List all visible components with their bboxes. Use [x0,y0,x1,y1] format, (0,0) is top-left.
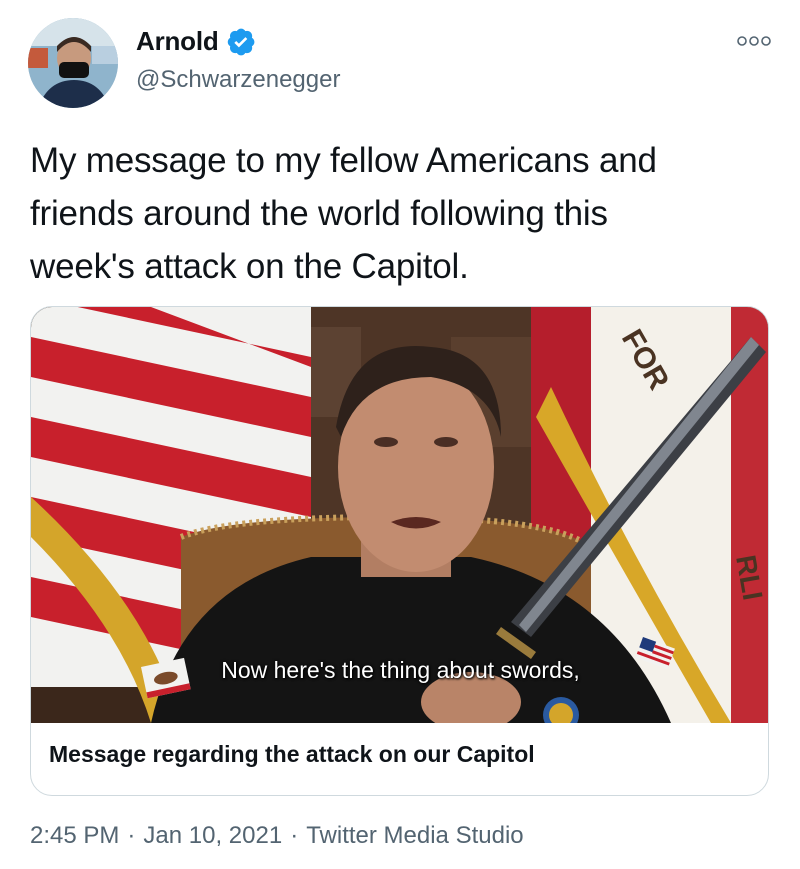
author-handle[interactable]: @Schwarzenegger [136,66,340,94]
avatar-image [28,18,118,108]
meta-separator: · [290,822,299,849]
video-title[interactable]: Message regarding the attack on our Capi… [49,741,535,768]
tweet-time[interactable]: 2:45 PM [30,822,119,850]
author-avatar[interactable] [28,18,118,108]
tweet-text: My message to my fellow Americans and fr… [30,134,770,293]
video-caption: Now here's the thing about swords, [221,657,580,683]
tweet-text-line: My message to my fellow Americans and [30,141,657,180]
tweet-date[interactable]: Jan 10, 2021 [143,822,282,850]
meta-separator: · [127,822,136,849]
video-card[interactable]: FOR RLI Now here's the thing about sword… [30,306,769,796]
tweet-text-line: friends around the world following this [30,194,608,233]
verified-badge-icon [227,28,254,55]
tweet-text-line: week's attack on the Capitol. [30,247,469,286]
tweet-metadata: 2:45 PM · Jan 10, 2021 · Twitter Media S… [30,822,524,850]
tweet-source-link[interactable]: Twitter Media Studio [306,822,523,850]
author-display-name[interactable]: Arnold [136,26,219,57]
more-options-icon[interactable] [736,34,772,48]
tweet-container: Arnold @Schwarzenegger My message to my … [0,0,800,869]
author-name-row: Arnold [136,26,255,57]
video-player[interactable]: FOR RLI Now here's the thing about sword… [31,307,768,723]
